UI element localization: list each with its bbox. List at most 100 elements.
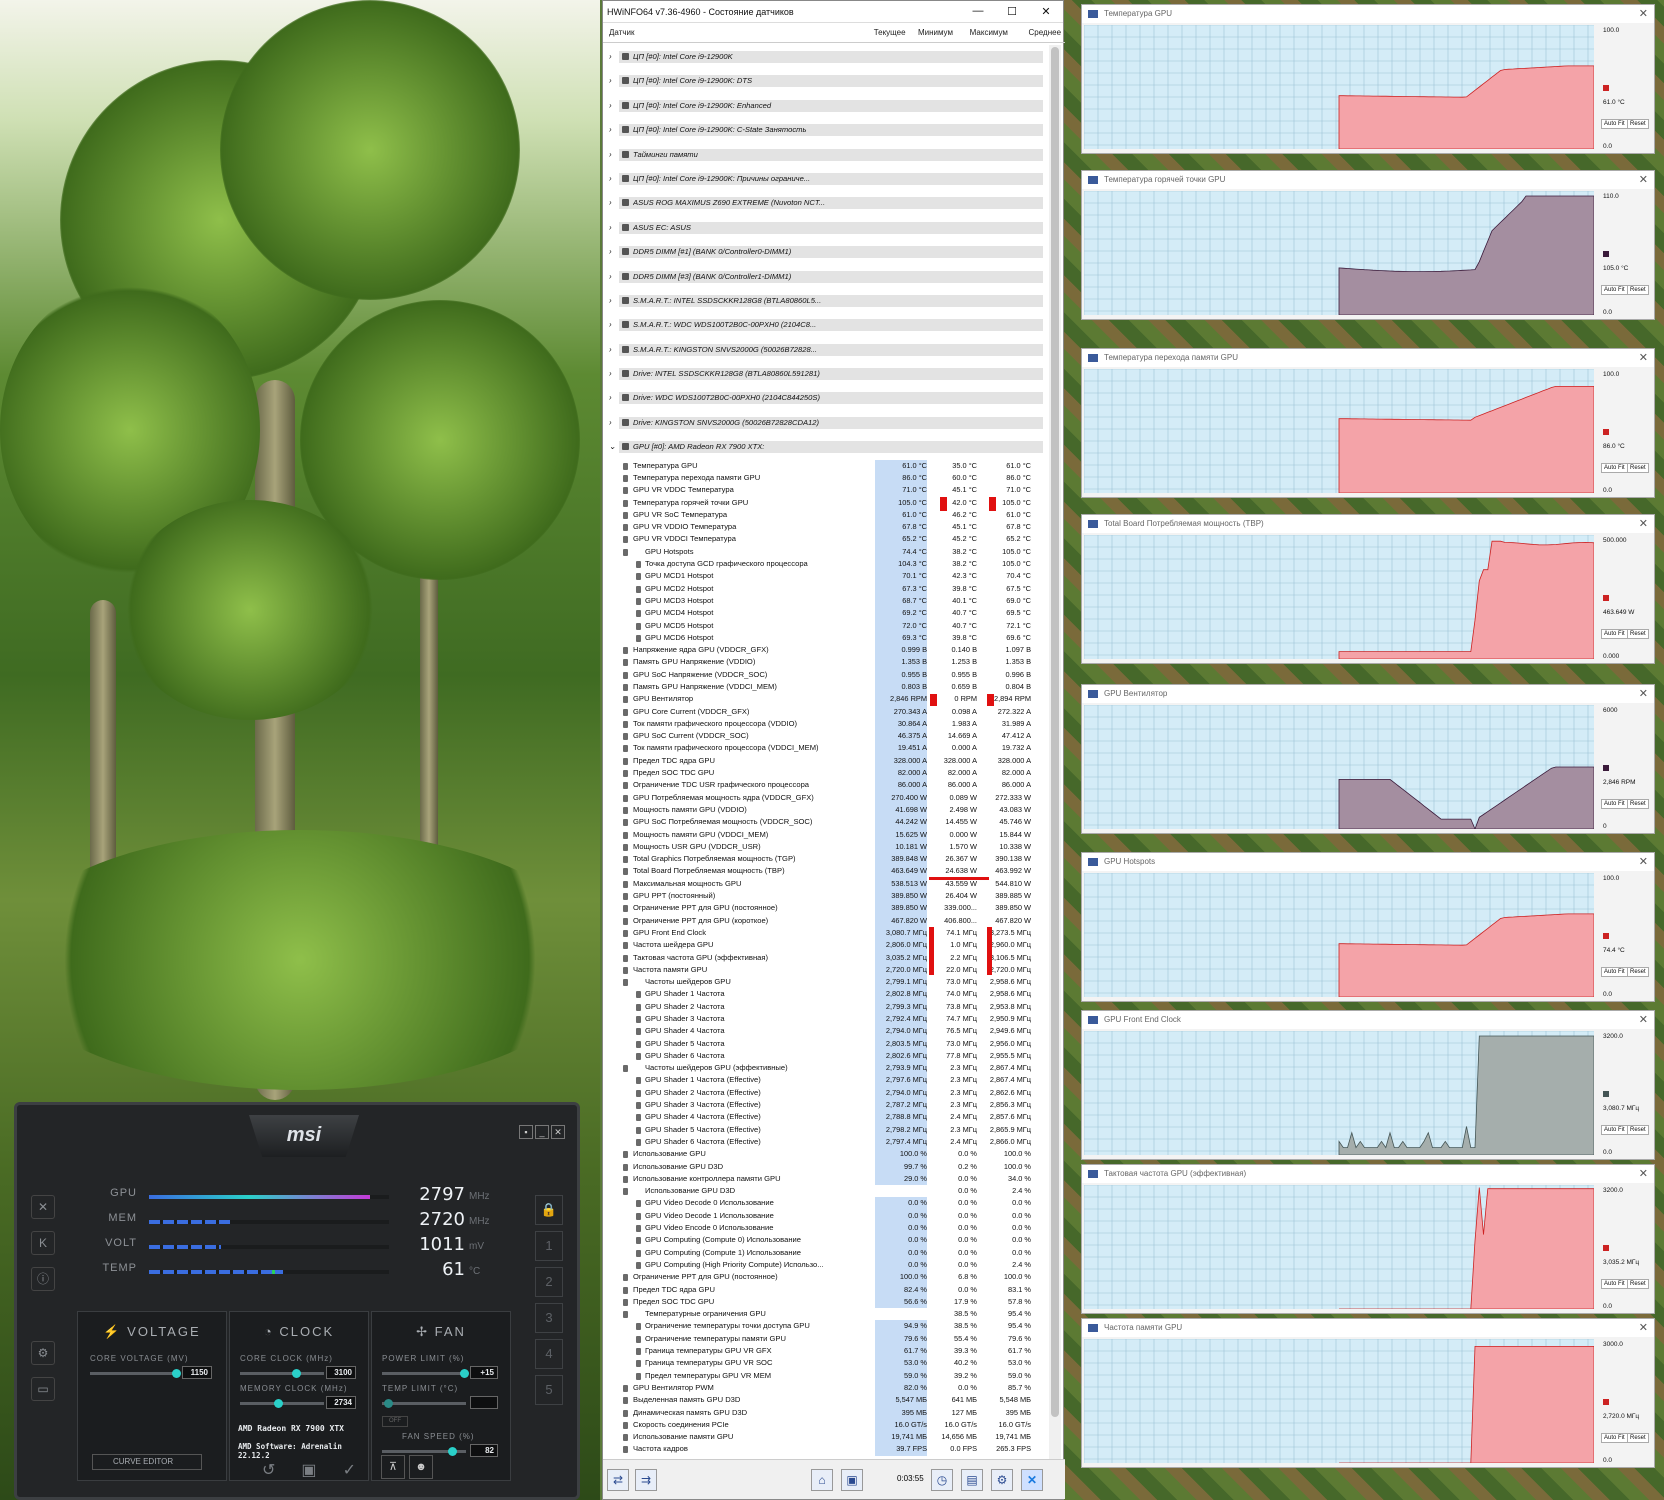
sensor-row[interactable]: Температура горячей точки GPU 105.0 °C 42.…	[603, 496, 1043, 509]
color-swatch[interactable]	[1603, 1090, 1609, 1097]
profile-1[interactable]: 1	[535, 1231, 563, 1261]
sensor-row[interactable]: GPU SoC Напряжение (VDDCR_SOC) 0.955 В 0.9…	[603, 668, 1043, 681]
auto-fit-button[interactable]: Auto Fit	[1601, 799, 1628, 810]
sensor-row[interactable]: Напряжение ядра GPU (VDDCR_GFX) 0.999 В 0.…	[603, 644, 1043, 657]
sensor-row[interactable]: Выделенная память GPU D3D 5,547 МБ 641 МБ 5…	[603, 1394, 1043, 1407]
sensor-row[interactable]: Температура GPU 61.0 °C 35.0 °C 61.0 °C 47.1…	[603, 459, 1043, 472]
auto-fit-button[interactable]: Auto Fit	[1601, 967, 1628, 978]
sensor-row[interactable]: Скорость соединения PCIe 16.0 GT/s 16.0 GT…	[603, 1418, 1043, 1432]
profile-5[interactable]: 5	[535, 1375, 563, 1405]
fan-speed-value[interactable]: 82	[470, 1444, 498, 1457]
sensor-group[interactable]: › Drive: WDC WDS100T2B0C-00PXH0 (2104C844…	[603, 386, 1043, 410]
auto-fit-button[interactable]: Auto Fit	[1601, 1125, 1628, 1136]
sensor-row[interactable]: GPU Front End Clock 3,080.7 МГц 74.1 МГц 3,…	[603, 926, 1043, 940]
sensor-row[interactable]: Предел TDC ядра GPU 328.000 A 328.000 A 328…	[603, 754, 1043, 768]
sensor-row[interactable]: GPU Video Decode 1 Использование 0.0 % 0.0…	[603, 1209, 1043, 1223]
auto-fit-button[interactable]: Auto Fit	[1601, 119, 1628, 130]
close-button[interactable]: ✕	[1029, 5, 1063, 18]
color-swatch[interactable]	[1603, 1244, 1609, 1251]
temp-limit-slider[interactable]	[382, 1399, 466, 1408]
chevron-right-icon[interactable]: ›	[609, 222, 612, 234]
sensor-row[interactable]: GPU Computing (High Priority Compute) Ис…	[603, 1258, 1043, 1272]
auto-fit-button[interactable]: Auto Fit	[1601, 1433, 1628, 1444]
chevron-right-icon[interactable]: ›	[609, 319, 612, 331]
sensor-row[interactable]: Точка доступа GCD графического процессор…	[603, 558, 1043, 571]
afterburner-icon[interactable]: ▪	[519, 1125, 533, 1139]
sensor-row[interactable]: ⌄GPU Hotspots74.4 °C38.2 °C105.0 °C55.6 …	[603, 545, 1043, 559]
arrows-left-right-icon[interactable]: ⇄	[607, 1469, 629, 1491]
sensor-row[interactable]: Предел температуры GPU VR MEM 59.0 % 39.2 …	[603, 1369, 1043, 1382]
minimize-button[interactable]: —	[961, 5, 995, 18]
close-icon[interactable]: ✕	[1639, 1011, 1648, 1029]
sensor-row[interactable]: Использование контроллера памяти GPU 29.0…	[603, 1172, 1043, 1186]
sensor-row[interactable]: Частота кадров 39.7 FPS 0.0 FPS 265.3 FPS 33…	[603, 1443, 1043, 1456]
sensor-row[interactable]: GPU Core Current (VDDCR_GFX) 270.343 A 0.0…	[603, 705, 1043, 718]
settings-icon[interactable]: ⚙	[31, 1341, 55, 1365]
sensor-group[interactable]: › S.M.A.R.T.: WDC WDS100T2B0C-00PXH0 (210…	[603, 313, 1043, 337]
startup-icon[interactable]: ⊼	[381, 1455, 405, 1479]
sensor-row[interactable]: GPU Shader 5 Частота 2,803.5 МГц 73.0 МГц 2…	[603, 1037, 1043, 1050]
color-swatch[interactable]	[1603, 932, 1609, 939]
sensor-group[interactable]: › ЦП [#0]: Intel Core i9-12900K	[603, 45, 1043, 69]
curve-editor-button[interactable]: CURVE EDITOR	[92, 1454, 202, 1470]
sensor-row[interactable]: GPU MCD1 Hotspot 70.1 °C 42.3 °C 70.4 °C 54.…	[603, 570, 1043, 583]
sensor-row[interactable]: Ограничение температуры точки доступа GP…	[603, 1320, 1043, 1333]
sensor-group[interactable]: › ASUS EC: ASUS	[603, 216, 1043, 240]
sensor-group[interactable]: ⌄ GPU [#0]: AMD Radeon RX 7900 XTX:	[603, 435, 1043, 459]
clock-icon[interactable]: ◷	[931, 1469, 953, 1491]
core-clock-slider[interactable]	[240, 1369, 324, 1378]
core-clock-value[interactable]: 3100	[326, 1366, 356, 1379]
auto-fit-button[interactable]: Auto Fit	[1601, 463, 1628, 474]
sensor-group[interactable]: › ЦП [#0]: Intel Core i9-12900K: C-State …	[603, 118, 1043, 142]
sensor-group[interactable]: › ASUS ROG MAXIMUS Z690 EXTREME (Nuvoton …	[603, 191, 1043, 215]
lock-icon[interactable]: 🔒	[535, 1195, 563, 1225]
sensor-row[interactable]: Предел TDC ядра GPU 82.4 % 0.0 % 83.1 % 36.9…	[603, 1283, 1043, 1296]
reset-button[interactable]: Reset	[1627, 119, 1649, 130]
col-max[interactable]: Максимум	[957, 28, 1012, 37]
sensor-row[interactable]: Частота памяти GPU 2,720.0 МГц 22.0 МГц 2,7…	[603, 963, 1043, 977]
fan-tab[interactable]: FAN	[435, 1324, 466, 1339]
sensor-row[interactable]: Мощность USR GPU (VDDCR_USR) 10.181 W 1.57…	[603, 840, 1043, 854]
sensor-row[interactable]: GPU Computing (Compute 1) Использование 0…	[603, 1246, 1043, 1259]
sensor-row[interactable]: Ограничение PPT для GPU (постоянное) 100.…	[603, 1271, 1043, 1284]
auto-fit-button[interactable]: Auto Fit	[1601, 629, 1628, 640]
profile-2[interactable]: 2	[535, 1267, 563, 1297]
chevron-right-icon[interactable]: ›	[609, 100, 612, 112]
color-swatch[interactable]	[1603, 594, 1609, 601]
reset-button[interactable]: Reset	[1627, 799, 1649, 810]
memory-clock-slider[interactable]	[240, 1399, 324, 1408]
col-sensor[interactable]: Датчик	[603, 28, 811, 37]
sensor-row[interactable]: GPU Потребляемая мощность ядра (VDDCR_GF…	[603, 791, 1043, 804]
user-icon[interactable]: ☻	[409, 1455, 433, 1479]
sensor-row[interactable]: Мощность памяти GPU (VDDCI_MEM) 15.625 W 0…	[603, 828, 1043, 841]
settings-icon[interactable]: ⚙	[991, 1469, 1013, 1491]
reset-button[interactable]: Reset	[1627, 1125, 1649, 1136]
sensor-row[interactable]: Предел SOC TDC GPU 82.000 A 82.000 A 82.000…	[603, 767, 1043, 780]
chevron-right-icon[interactable]: ›	[609, 124, 612, 136]
chevron-right-icon[interactable]: ›	[609, 344, 612, 356]
col-current[interactable]: Текущее	[811, 28, 909, 37]
auto-fit-button[interactable]: Auto Fit	[1601, 1279, 1628, 1290]
temp-limit-value[interactable]	[470, 1396, 498, 1409]
scrollbar[interactable]	[1049, 45, 1061, 1459]
info-icon[interactable]: ⓘ	[31, 1267, 55, 1291]
sensor-row[interactable]: GPU Shader 3 Частота (Effective) 2,787.2 …	[603, 1099, 1043, 1112]
sensor-row[interactable]: Ограничение TDC USR графического процесс…	[603, 779, 1043, 792]
close-button[interactable]: ✕	[551, 1125, 565, 1139]
clock-tab[interactable]: CLOCK	[279, 1324, 334, 1339]
fan-auto-toggle[interactable]: OFF	[382, 1416, 408, 1427]
sensor-group[interactable]: › DDR5 DIMM [#3] (BANK 0/Controller1-DIMM…	[603, 265, 1043, 289]
sensor-row[interactable]: ⌄Температурные ограничения GPU38.5 %95.4…	[603, 1308, 1043, 1320]
sensor-row[interactable]: GPU Shader 2 Частота 2,799.3 МГц 73.8 МГц 2…	[603, 1000, 1043, 1013]
core-voltage-slider[interactable]	[90, 1369, 181, 1378]
sensor-row[interactable]: Тактовая частота GPU (эффективная) 3,035.…	[603, 951, 1043, 964]
chevron-right-icon[interactable]: ›	[609, 295, 612, 307]
sensor-row[interactable]: Частота шейдера GPU 2,806.0 МГц 1.0 МГц 2,9…	[603, 939, 1043, 952]
sensor-row[interactable]: Использование GPU 100.0 % 0.0 % 100.0 % 47.9…	[603, 1148, 1043, 1161]
sensor-row[interactable]: Граница температуры GPU VR GFX 61.7 % 39.3…	[603, 1345, 1043, 1358]
save-icon[interactable]: ▣	[301, 1460, 316, 1480]
sensor-row[interactable]: GPU Computing (Compute 0) Использование 0…	[603, 1234, 1043, 1247]
color-swatch[interactable]	[1603, 428, 1609, 435]
close-icon[interactable]: ✕	[1639, 1319, 1648, 1337]
sensor-row[interactable]: GPU Shader 6 Частота 2,802.6 МГц 77.8 МГц 2…	[603, 1049, 1043, 1063]
